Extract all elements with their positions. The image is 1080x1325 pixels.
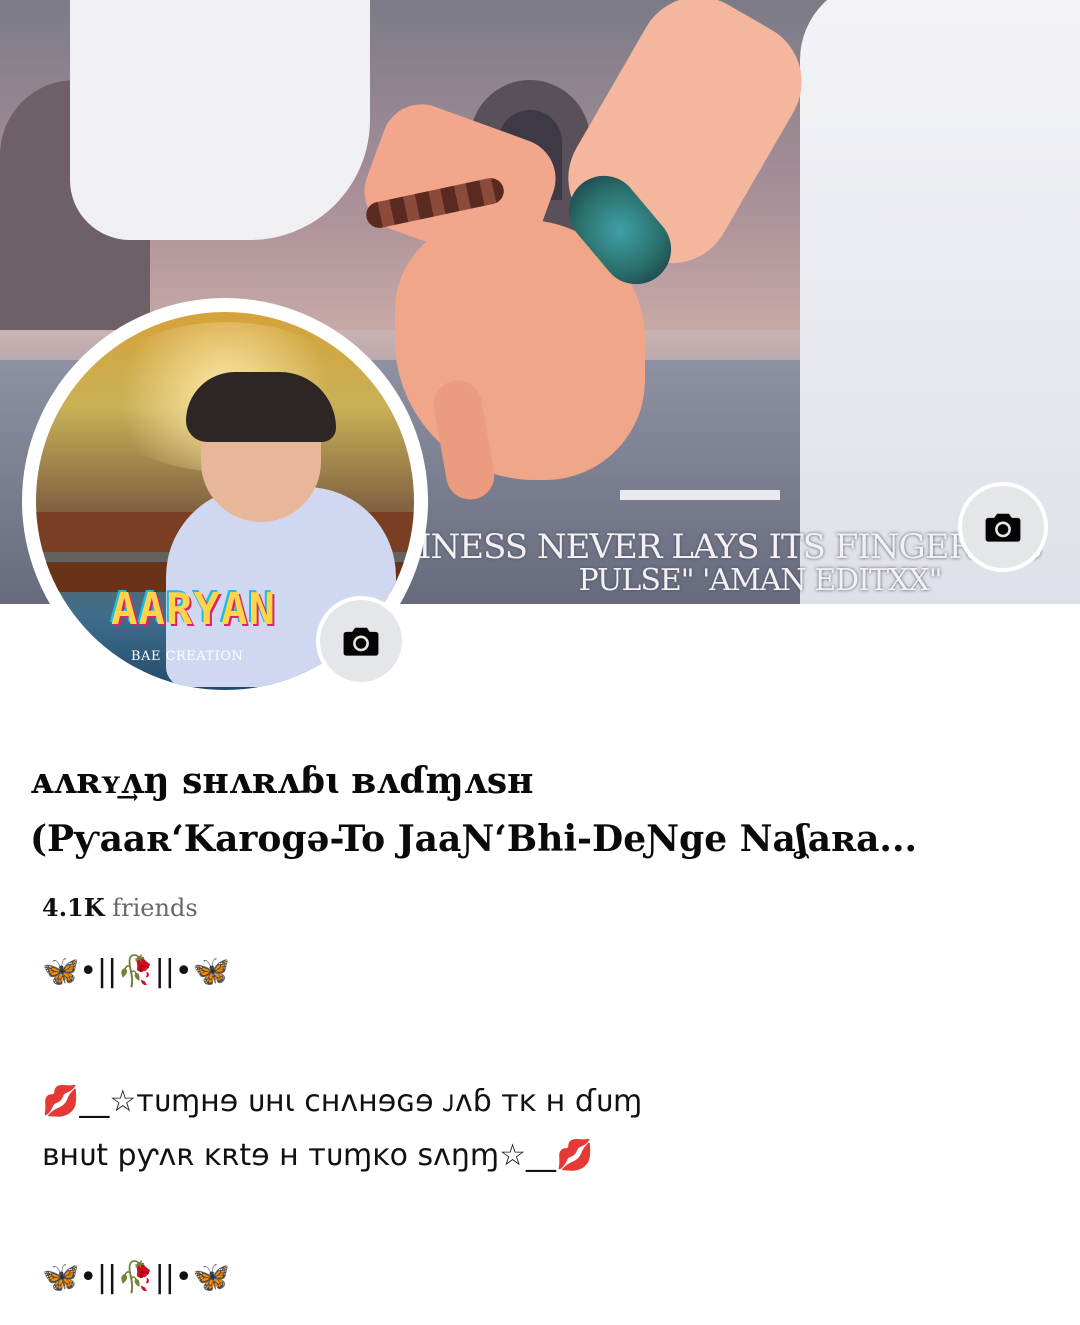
friends-count[interactable]: 4.1K friends: [42, 893, 198, 922]
cover-road-line: [620, 490, 780, 500]
profile-name-line1: ᴀᴧʀʏ͢ᴧŋ ꜱʜᴧʀᴧɓɩ ʙᴧɗɱᴧsʜ: [30, 760, 534, 802]
bio-line: 💋__☆ᴛᴜɱʜɘ ᴜʜɩ ᴄʜᴧʜɘɢɘ ᴊᴧɓ ᴛᴋ ʜ ɗᴜɱ: [42, 1084, 643, 1119]
profile-name-line2: (Pƴaaʀ‘Karogə-To JaaƝ‘Bhi-DeƝge Naʆaʀa..…: [30, 818, 918, 860]
cover-caption-line2: PULSE" 'AMAN EDITXX": [578, 563, 942, 598]
avatar-logo-text: AARYAN: [111, 584, 276, 635]
cover-shirt-left: [70, 0, 370, 240]
friends-count-number: 4.1K: [42, 893, 105, 922]
bio-line: 🦋•||🥀||•🦋: [42, 1260, 230, 1295]
profile-name: ᴀᴧʀʏ͢ᴧŋ ꜱʜᴧʀᴧɓɩ ʙᴧɗɱᴧsʜ (Pƴaaʀ‘Karogə-To…: [30, 752, 1050, 868]
bio-line: 🦋•||🥀||•🦋: [42, 954, 230, 989]
camera-icon: [985, 513, 1021, 542]
friends-count-label: friends: [112, 894, 198, 922]
camera-icon: [343, 627, 379, 656]
avatar-person-hair: [186, 372, 336, 442]
avatar-small-text: BAE CREATION: [131, 649, 244, 664]
edit-cover-photo-button[interactable]: [958, 482, 1048, 572]
edit-profile-picture-button[interactable]: [316, 596, 406, 686]
bio-line: ʙʜᴜt pƴᴧʀ ᴋʀtɘ ʜ ᴛᴜɱᴋo ꜱᴧŋɱ☆__💋: [42, 1138, 594, 1173]
cover-caption-line1: INESS NEVER LAYS ITS FINGER O S: [418, 527, 1043, 567]
